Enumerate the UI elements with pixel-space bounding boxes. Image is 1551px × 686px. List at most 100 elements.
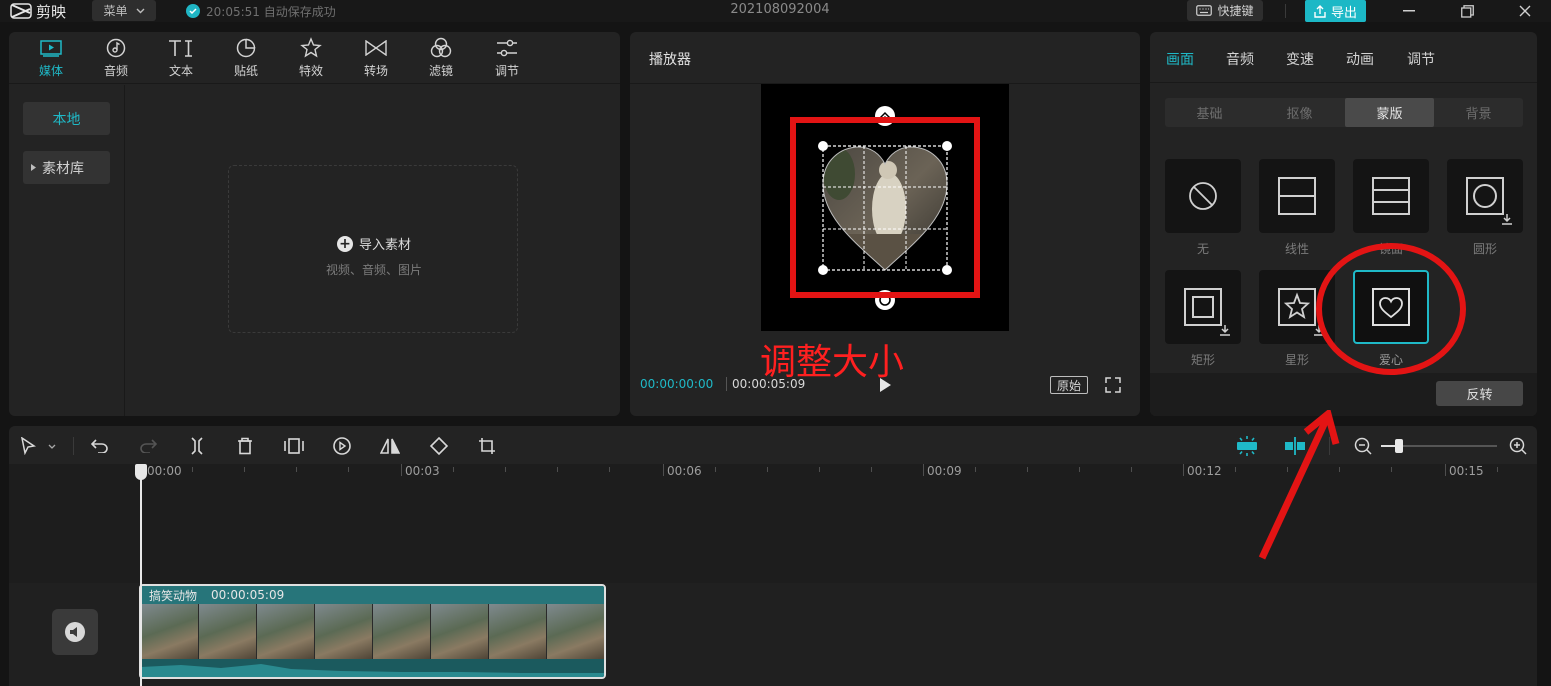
tab-text-label: 文本 <box>168 64 193 78</box>
tab-audio[interactable]: 音频 <box>92 36 140 82</box>
shortcut-label: 快捷键 <box>1217 4 1254 18</box>
tab-sticker-label: 贴纸 <box>233 64 258 78</box>
tab-prop-audio[interactable]: 音频 <box>1226 49 1254 69</box>
mask-option-linear[interactable]: 线性 <box>1259 159 1335 257</box>
mask-label-star: 星形 <box>1284 353 1309 367</box>
freeze-frame-button[interactable] <box>283 435 305 457</box>
select-tool-dropdown[interactable] <box>45 435 59 457</box>
invert-label: 反转 <box>1466 388 1493 403</box>
tab-filter-label: 滤镜 <box>428 64 453 78</box>
tab-animation[interactable]: 动画 <box>1346 49 1374 69</box>
media-tab-bar: 媒体 音频 文本 贴纸 特效 转场 滤镜 调节 <box>9 32 620 84</box>
fullscreen-icon[interactable] <box>1104 376 1122 394</box>
video-clip[interactable]: 搞笑动物 00:00:05:09 <box>139 584 606 679</box>
ruler-tick <box>401 464 402 476</box>
sidebar-item-library[interactable]: 素材库 <box>23 151 110 184</box>
tab-media[interactable]: 媒体 <box>27 36 75 82</box>
zoom-slider-handle[interactable] <box>1395 439 1403 453</box>
audio-icon <box>106 38 126 58</box>
cursor-icon <box>21 437 36 455</box>
tab-sticker[interactable]: 贴纸 <box>222 36 270 82</box>
restore-button[interactable] <box>1452 0 1482 22</box>
download-icon <box>1502 214 1512 225</box>
export-button[interactable]: 导出 <box>1305 0 1366 22</box>
tab-effects[interactable]: 特效 <box>287 36 335 82</box>
titlebar-divider <box>1285 4 1286 18</box>
tab-text[interactable]: 文本 <box>157 36 205 82</box>
annotation-circle <box>1316 243 1466 375</box>
minimize-icon <box>1403 10 1415 12</box>
chevron-down-icon <box>136 8 144 13</box>
current-time: 00:00:00:00 <box>640 377 714 391</box>
player-title: 播放器 <box>649 52 691 68</box>
mask-label-none: 无 <box>1196 242 1209 256</box>
track-mute-button[interactable] <box>52 609 98 655</box>
mask-label-rectangle: 矩形 <box>1190 353 1215 367</box>
tab-adjust[interactable]: 调节 <box>483 36 531 82</box>
mask-option-circle[interactable]: 圆形 <box>1447 159 1523 257</box>
reverse-button[interactable] <box>331 435 353 457</box>
split-button[interactable] <box>186 435 208 457</box>
menu-button[interactable]: 菜单 <box>92 0 156 21</box>
circle-mask-icon <box>1466 177 1504 215</box>
tab-transition[interactable]: 转场 <box>352 36 400 82</box>
export-label: 导出 <box>1330 5 1357 21</box>
import-button[interactable]: + 导入素材 <box>229 234 519 253</box>
app-logo: 剪映 <box>10 1 66 21</box>
sidebar-item-local-label: 本地 <box>52 111 81 128</box>
subtab-background[interactable]: 背景 <box>1434 98 1523 127</box>
capcut-logo-icon <box>10 3 32 19</box>
mask-option-rectangle[interactable]: 矩形 <box>1165 270 1241 368</box>
ruler-tick <box>1183 464 1184 476</box>
none-mask-icon <box>1189 182 1217 210</box>
title-bar: 剪映 菜单 20:05:51 自动保存成功 202108092004 快捷键 导… <box>0 0 1551 22</box>
original-label: 原始 <box>1056 378 1081 393</box>
original-ratio-button[interactable]: 原始 <box>1050 376 1088 394</box>
delete-button[interactable] <box>234 435 256 457</box>
tab-filter[interactable]: 滤镜 <box>417 36 465 82</box>
ruler-tick <box>663 464 664 476</box>
annotation-arrow <box>1258 410 1340 560</box>
mirror-icon <box>380 438 400 454</box>
rotate-button[interactable] <box>428 435 450 457</box>
redo-button[interactable] <box>137 435 159 457</box>
playhead[interactable] <box>140 464 142 686</box>
toolbar-divider <box>73 437 74 455</box>
undo-button[interactable] <box>89 435 111 457</box>
playhead-handle[interactable] <box>135 464 147 480</box>
zoom-in-button[interactable] <box>1507 435 1529 457</box>
rotate-icon <box>429 436 449 456</box>
split-icon <box>191 437 203 455</box>
clip-name: 搞笑动物 <box>149 588 198 603</box>
select-tool-button[interactable] <box>17 435 39 457</box>
mask-option-none[interactable]: 无 <box>1165 159 1241 257</box>
subtab-basic[interactable]: 基础 <box>1165 98 1254 127</box>
subtab-mask[interactable]: 蒙版 <box>1345 98 1434 127</box>
tab-speed[interactable]: 变速 <box>1286 49 1314 69</box>
import-dropzone[interactable]: + 导入素材 视频、音频、图片 <box>228 165 518 333</box>
mirror-button[interactable] <box>379 435 401 457</box>
tab-transition-label: 转场 <box>363 64 388 78</box>
media-icon <box>40 39 62 57</box>
media-sidebar: 本地 素材库 <box>9 85 125 416</box>
zoom-in-icon <box>1509 437 1527 455</box>
media-panel: 媒体 音频 文本 贴纸 特效 转场 滤镜 调节 本地 素材库 + 导入素材 视频… <box>9 32 620 416</box>
invert-button[interactable]: 反转 <box>1436 381 1523 406</box>
clip-header: 搞笑动物 00:00:05:09 <box>141 586 604 604</box>
sidebar-item-local[interactable]: 本地 <box>23 102 110 135</box>
import-label: 导入素材 <box>358 238 411 253</box>
close-button[interactable] <box>1510 0 1540 22</box>
minimize-button[interactable] <box>1394 0 1424 22</box>
tab-picture[interactable]: 画面 <box>1166 49 1194 69</box>
shortcut-button[interactable]: 快捷键 <box>1187 0 1263 21</box>
subtab-keying[interactable]: 抠像 <box>1255 98 1344 127</box>
sidebar-item-library-label: 素材库 <box>42 160 84 177</box>
linear-mask-icon <box>1278 177 1316 215</box>
zoom-slider[interactable] <box>1381 439 1497 453</box>
effects-icon <box>300 37 322 58</box>
tab-prop-adjust[interactable]: 调节 <box>1407 49 1435 69</box>
undo-icon <box>91 439 108 453</box>
autosave-text: 20:05:51 自动保存成功 <box>206 4 336 19</box>
crop-button[interactable] <box>476 435 498 457</box>
adjust-icon <box>497 39 517 57</box>
